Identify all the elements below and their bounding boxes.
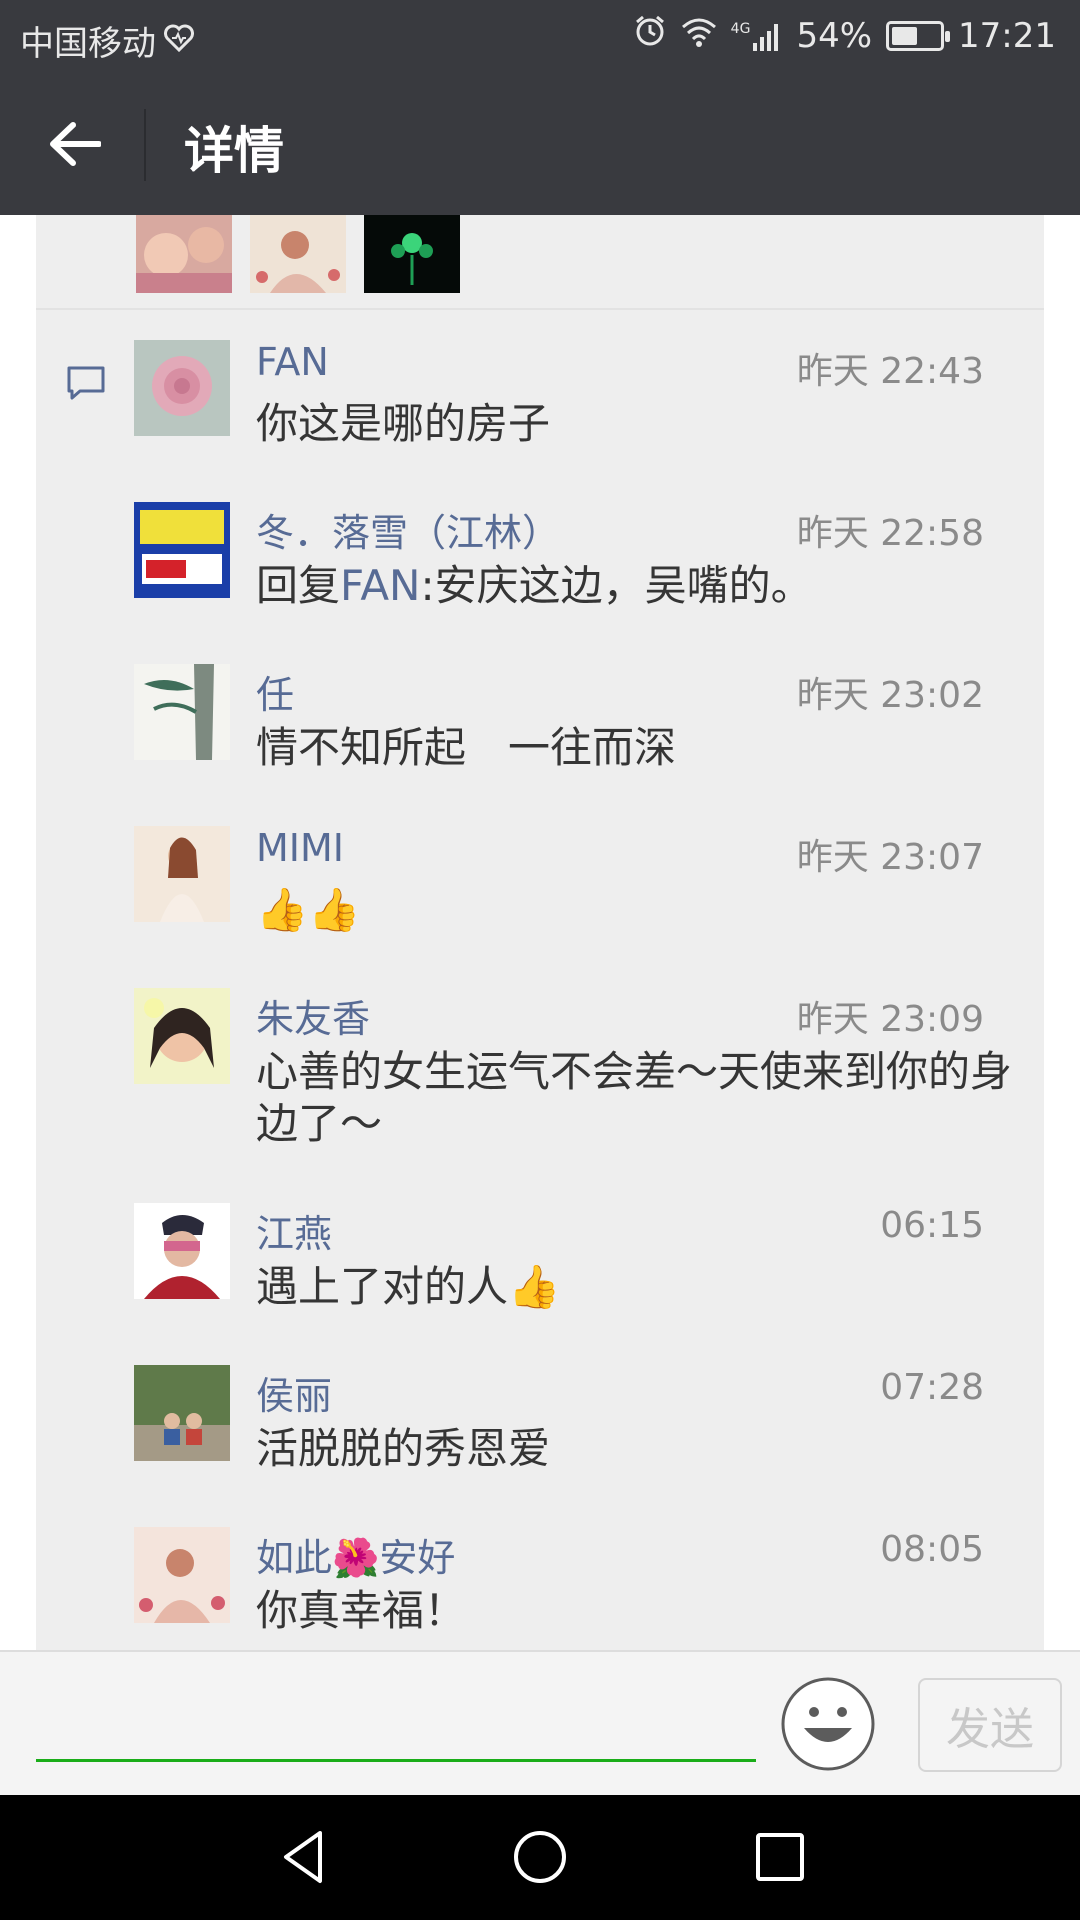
comment-time: 昨天 22:58	[796, 513, 984, 554]
network-type-label: 4G	[730, 20, 751, 37]
page-title: 详情	[184, 122, 284, 180]
status-bar: 中国移动 4G 54% 17:21	[0, 0, 1080, 73]
battery-percent: 54%	[796, 15, 873, 56]
comment-text: 遇上了对的人👍	[256, 1262, 561, 1311]
title-divider	[144, 109, 146, 181]
reply-to-name[interactable]: FAN	[340, 561, 420, 610]
comment-time: 06:15	[880, 1205, 984, 1246]
circle-home-icon	[514, 1831, 566, 1883]
arrow-left-icon	[50, 122, 101, 166]
avatar[interactable]	[134, 988, 230, 1084]
liker-avatar[interactable]	[364, 215, 460, 293]
comment-text: 👍👍	[256, 885, 361, 934]
commenter-name[interactable]: 冬．落雪（江林）	[256, 502, 560, 557]
commenter-name[interactable]: 江燕	[256, 1203, 332, 1258]
comment-text: 活脱脱的秀恩爱	[256, 1424, 551, 1473]
commenter-name[interactable]: 如此🌺安好	[256, 1527, 455, 1582]
comment-text: 你真幸福！	[256, 1586, 467, 1635]
commenter-name[interactable]: 朱友香	[256, 988, 370, 1043]
battery-fill	[892, 26, 918, 45]
back-button[interactable]	[40, 109, 110, 179]
nav-home-button[interactable]	[508, 1825, 572, 1889]
alarm-icon	[633, 14, 667, 57]
avatar[interactable]	[134, 1527, 230, 1623]
liker-avatar[interactable]	[250, 215, 346, 293]
comment-text: 心善的女生运气不会差～天使来到你的身边了～	[256, 1047, 1013, 1148]
emoji-button[interactable]	[780, 1676, 876, 1772]
comment-time: 08:05	[880, 1529, 984, 1570]
avatar[interactable]	[134, 1203, 230, 1299]
title-bar: 详情	[0, 73, 1080, 215]
commenter-name[interactable]: FAN	[256, 340, 329, 384]
comment-icon	[66, 365, 106, 401]
comment-time: 昨天 23:09	[796, 999, 984, 1040]
comment-text: 情不知所起 一往而深	[256, 723, 677, 772]
battery-icon	[886, 20, 951, 51]
avatar[interactable]	[134, 1365, 230, 1461]
comment-text: 回复FAN:安庆这边，吴嘴的。	[256, 560, 1016, 612]
comment-time: 昨天 23:07	[796, 837, 984, 878]
comment-time: 昨天 22:43	[796, 351, 984, 392]
signal-icon: 4G	[731, 21, 783, 51]
liker-avatar[interactable]	[136, 215, 232, 293]
carrier-name: 中国移动	[20, 24, 156, 64]
avatar[interactable]	[134, 340, 230, 436]
comment-area[interactable]: FAN 昨天 22:43 你这是哪的房子 冬．落雪（江林） 昨天 22:58 回…	[0, 215, 1080, 1650]
triangle-back-icon	[284, 1831, 322, 1883]
reply-text: :安庆这边，吴嘴的。	[420, 561, 813, 610]
commenter-name[interactable]: 侯丽	[256, 1365, 332, 1420]
likes-row	[36, 215, 1044, 310]
commenter-name[interactable]: MIMI	[256, 826, 344, 870]
comment-time: 07:28	[880, 1367, 984, 1408]
wifi-icon	[681, 16, 717, 56]
comment-input-bar: 发送	[0, 1650, 1080, 1795]
smiley-icon	[781, 1677, 875, 1771]
reply-prefix: 回复	[256, 561, 341, 610]
comment-input[interactable]	[36, 1682, 756, 1762]
nav-back-button[interactable]	[272, 1825, 336, 1889]
heart-icon	[164, 21, 194, 61]
send-button[interactable]: 发送	[918, 1678, 1062, 1772]
comment-text: 你这是哪的房子	[256, 399, 551, 448]
comment-panel: FAN 昨天 22:43 你这是哪的房子 冬．落雪（江林） 昨天 22:58 回…	[36, 215, 1044, 1650]
system-nav-bar	[0, 1795, 1080, 1920]
avatar[interactable]	[134, 502, 230, 598]
nav-recents-button[interactable]	[748, 1825, 812, 1889]
clock: 17:21	[958, 15, 1056, 56]
comment-time: 昨天 23:02	[796, 675, 984, 716]
square-recents-icon	[756, 1833, 804, 1881]
avatar[interactable]	[134, 826, 230, 922]
avatar[interactable]	[134, 664, 230, 760]
commenter-name[interactable]: 任	[256, 664, 294, 719]
